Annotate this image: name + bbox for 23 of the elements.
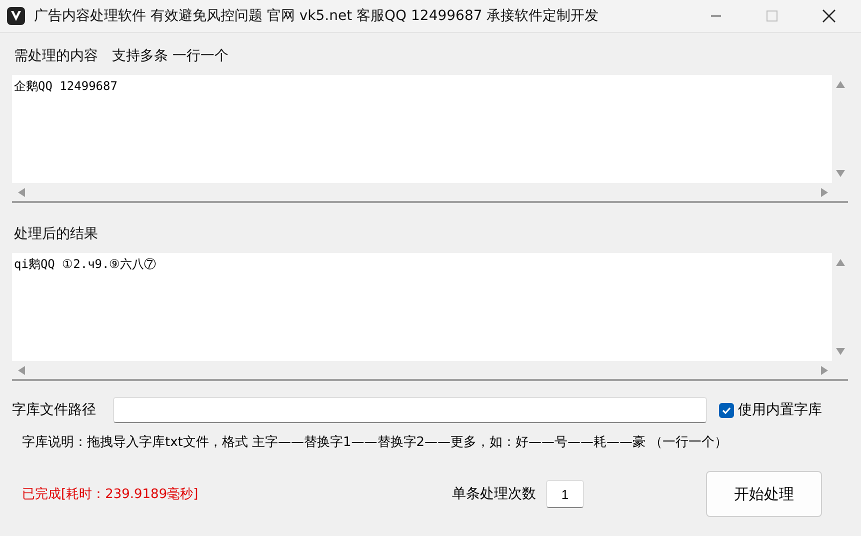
close-icon[interactable] [822, 9, 836, 23]
count-field[interactable]: 1 [546, 480, 584, 508]
status-text: 已完成[耗时：239.9189毫秒] [22, 486, 200, 503]
maximize-icon[interactable] [766, 10, 778, 22]
app-logo-icon [6, 6, 26, 26]
scroll-left-icon[interactable] [18, 366, 25, 374]
scroll-down-icon[interactable] [836, 170, 844, 177]
start-button[interactable]: 开始处理 [706, 471, 822, 517]
scroll-right-icon[interactable] [821, 188, 828, 196]
scroll-up-icon[interactable] [836, 81, 844, 88]
check-icon [721, 404, 732, 416]
window-title: 广告内容处理软件 有效避免风控问题 官网 vk5.net 客服QQ 12499687 承接软件定制开发 [34, 7, 599, 25]
scroll-left-icon[interactable] [18, 188, 25, 196]
builtin-library-checkbox[interactable]: 使用内置字库 [719, 401, 822, 419]
scroll-up-icon[interactable] [836, 259, 844, 266]
scroll-down-icon[interactable] [836, 348, 844, 355]
scroll-right-icon[interactable] [821, 366, 828, 374]
path-label: 字库文件路径 [12, 401, 97, 419]
path-field[interactable] [113, 397, 707, 423]
count-label: 单条处理次数 [452, 485, 536, 503]
section-label: 需处理的内容 支持多条 一行一个 [14, 47, 230, 66]
section-label: 处理后的结果 [14, 225, 99, 244]
library-description: 字库说明：拖拽导入字库txt文件，格式 主字——替换字1——替换字2——更多，如：好——号——耗——豪 （一行一个） [22, 434, 729, 451]
